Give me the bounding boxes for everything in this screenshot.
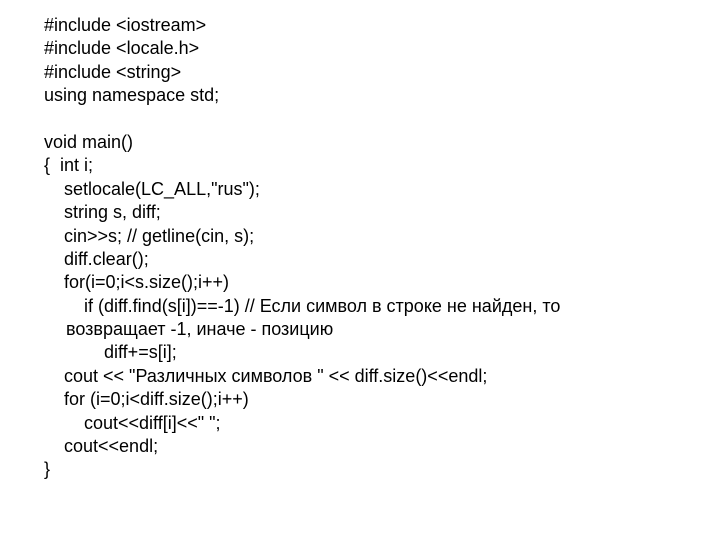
code-line: cout<<diff[i]<<" ";: [44, 412, 720, 435]
code-line: setlocale(LC_ALL,"rus");: [44, 178, 720, 201]
code-line: for (i=0;i<diff.size();i++): [44, 388, 720, 411]
code-line: diff.clear();: [44, 248, 720, 271]
blank-line: [44, 108, 720, 131]
code-line: cout << "Различных символов " << diff.si…: [44, 365, 720, 388]
code-line: #include <iostream>: [44, 14, 720, 37]
code-line-wrap: возвращает -1, иначе - позицию: [44, 318, 720, 341]
code-line: { int i;: [44, 154, 720, 177]
code-line: using namespace std;: [44, 84, 720, 107]
code-line: #include <locale.h>: [44, 37, 720, 60]
code-line: string s, diff;: [44, 201, 720, 224]
code-line: cout<<endl;: [44, 435, 720, 458]
code-line: void main(): [44, 131, 720, 154]
code-line: if (diff.find(s[i])==-1) // Если символ …: [44, 295, 720, 318]
code-document: #include <iostream> #include <locale.h> …: [0, 0, 720, 482]
code-line: #include <string>: [44, 61, 720, 84]
code-line: }: [44, 458, 720, 481]
code-line: diff+=s[i];: [44, 341, 720, 364]
code-line: cin>>s; // getline(cin, s);: [44, 225, 720, 248]
code-line: for(i=0;i<s.size();i++): [44, 271, 720, 294]
